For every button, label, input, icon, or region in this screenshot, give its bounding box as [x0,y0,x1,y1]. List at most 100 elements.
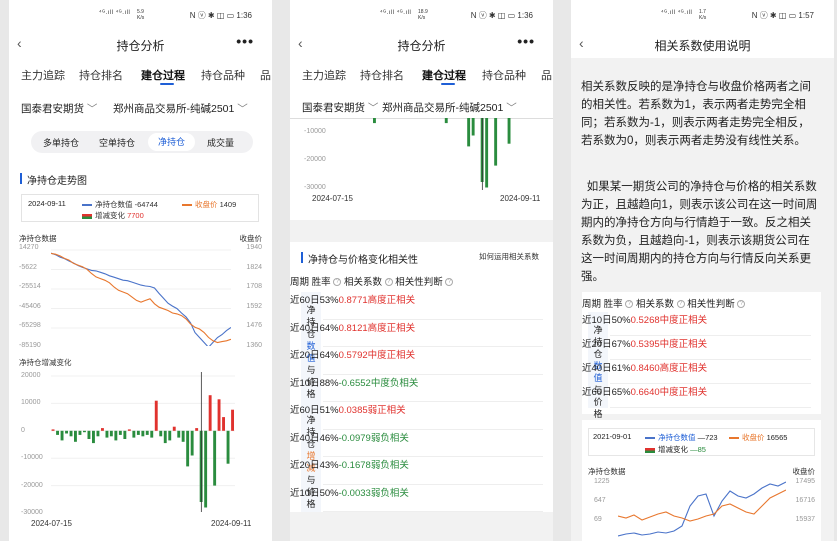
contract-select[interactable]: 郑州商品交易所-纯碱2501 ﹀ [113,101,248,116]
help-link[interactable]: 如何运用相关系数 [479,251,539,262]
contract-select[interactable]: 郑州商品交易所-纯碱2501 ﹀ [382,100,517,115]
screen-coefficient-help: ⁴ᴳ.ıll ⁴ᴳ.ıll 1.7 K/s N ⓥ ✱ ◫ ▭ 1:57 ‹ 相… [571,0,834,541]
close-price-line [51,252,231,344]
net-position-trend-chart[interactable] [51,246,231,346]
signal-icon: ⁴ᴳ.ıll ⁴ᴳ.ıll [661,10,693,16]
y-tick: -10000 [304,128,326,135]
signal-icon: ⁴ᴳ.ıll ⁴ᴳ.ıll [99,10,131,16]
axis-tick: -45406 [19,302,41,310]
help-icon[interactable]: ? [333,278,342,287]
net-speed: 1.7 K/s [699,9,707,21]
coefficient-cell: 0.5268 [630,315,660,326]
table-row: 近10日50%0.5268中度正相关 [582,312,821,336]
change-bar [83,430,86,433]
change-chart-title: 净持仓增减变化 [19,358,72,367]
table-row: 近60日65%0.6640中度正相关 [582,384,821,408]
more-icon[interactable]: ••• [517,33,535,49]
judgement-cell: 中度正相关 [659,339,708,350]
section-title: 净持仓与价格变化相关性 [301,251,418,266]
tab-position-ranking[interactable]: 持仓排名 [360,67,404,83]
status-icons: N ⓥ ✱ ◫ ▭ [189,11,235,20]
coefficient-cell: 0.8771 [338,295,368,306]
net-change-bar-chart-partial[interactable] [332,118,516,190]
segment-volume[interactable]: 成交量 [207,136,234,149]
axis-tick: 0 [21,426,25,434]
coefficient-cell: -0.0033 [338,487,371,499]
tab-building-process[interactable]: 建仓过程 [141,67,185,83]
y-tick: -20000 [304,156,326,163]
tab-main-tracking[interactable]: 主力追踪 [302,67,346,83]
tab-position-varieties[interactable]: 持仓品种 [482,67,526,83]
help-icon: ? [625,300,634,309]
judgement-cell: 高度正相关 [367,295,416,306]
change-bar [105,430,109,438]
segment-net[interactable]: 净持仓 [148,133,196,151]
change-bar [208,395,212,431]
table-row: 近60日51%0.0385弱正相关 [290,402,553,430]
judgement-cell: 弱负相关 [370,460,409,471]
legend-date: 2024-09-11 [28,199,66,208]
change-bar [145,430,149,435]
period-cell: 近60日 [290,295,320,306]
segment-long[interactable]: 多单持仓 [43,136,79,149]
x-end-label: 2024-09-11 [500,194,541,203]
right-axis-title: 收盘价 [239,234,263,243]
win-rate-cell: 50% [319,487,339,499]
coefficient-cell: 0.8121 [338,322,368,334]
win-rate-cell: 53% [319,295,339,306]
chart-card: -10000 -20000 -30000 2024-07-15 2024-09-… [290,118,553,220]
win-rate-cell: 50% [611,315,631,326]
net-change-bar-chart[interactable] [51,372,235,512]
win-rate-cell: 46% [319,432,339,444]
help-icon[interactable]: ? [445,278,454,287]
broker-select[interactable]: 国泰君安期货 ﹀ [21,101,97,116]
explanation-paragraph-2: 如果某一期货公司的净持仓与价格的相关系数为正，且越趋向1，则表示该公司在这一时间… [581,181,818,283]
change-bar [69,430,73,437]
page-title: 持仓分析 [116,39,165,53]
tab-building-process[interactable]: 建仓过程 [422,67,466,83]
period-cell: 近20日 [582,339,612,350]
change-bar [60,430,64,441]
table-row: 近20日64%0.5792中度正相关 [290,347,553,375]
tab-more[interactable]: 品 [541,67,552,83]
chevron-down-icon: ﹀ [506,102,517,114]
segment-short[interactable]: 空单持仓 [99,136,135,149]
screen-correlation: ⁴ᴳ.ıll ⁴ᴳ.ıll 18.9 K/s N ⓥ ✱ ◫ ▭ 1:36 ‹ … [290,0,553,541]
change-bar [485,118,489,188]
broker-select[interactable]: 国泰君安期货 ﹀ [302,100,378,115]
table-row: 近20日43%-0.1678弱负相关 [290,457,553,485]
change-bar [226,430,230,464]
example-trend-chart [618,481,786,537]
table-row: 近20日67%0.5395中度正相关 [582,336,821,360]
period-cell: 近20日 [290,350,320,361]
win-rate-cell: 51% [319,405,339,416]
clock: 1:57 [798,11,814,20]
page-title: 持仓分析 [397,39,446,53]
change-bar [51,429,55,431]
win-rate-cell: 64% [319,350,339,361]
table-row: 近10日50%-0.0033弱负相关 [290,485,553,512]
tab-more[interactable]: 品 [260,67,271,83]
win-rate-cell: 65% [611,387,631,398]
change-bar [74,430,77,442]
help-icon[interactable]: ? [384,278,393,287]
more-icon[interactable]: ••• [236,33,254,49]
tab-position-varieties[interactable]: 持仓品种 [201,67,245,83]
coefficient-cell: 0.0385 [338,405,368,416]
tab-main-tracking[interactable]: 主力追踪 [21,67,65,83]
win-rate-cell: 64% [319,322,339,334]
change-bar [109,430,113,437]
table-header: 周期 胜率 ? 相关系数 ? 相关性判断 ? [582,296,821,310]
judgement-cell: 高度正相关 [367,322,416,334]
change-bar [494,118,498,166]
change-bar [65,430,68,434]
status-icons: N ⓥ ✱ ◫ ▭ [751,11,797,20]
tab-position-ranking[interactable]: 持仓排名 [79,67,123,83]
change-bar [172,426,176,431]
change-bar [507,118,511,144]
judgement-cell: 中度负相关 [370,377,419,389]
change-bar [213,430,217,486]
change-bar [163,430,167,444]
change-swatch [82,213,92,219]
axis-tick: -10000 [21,454,43,462]
